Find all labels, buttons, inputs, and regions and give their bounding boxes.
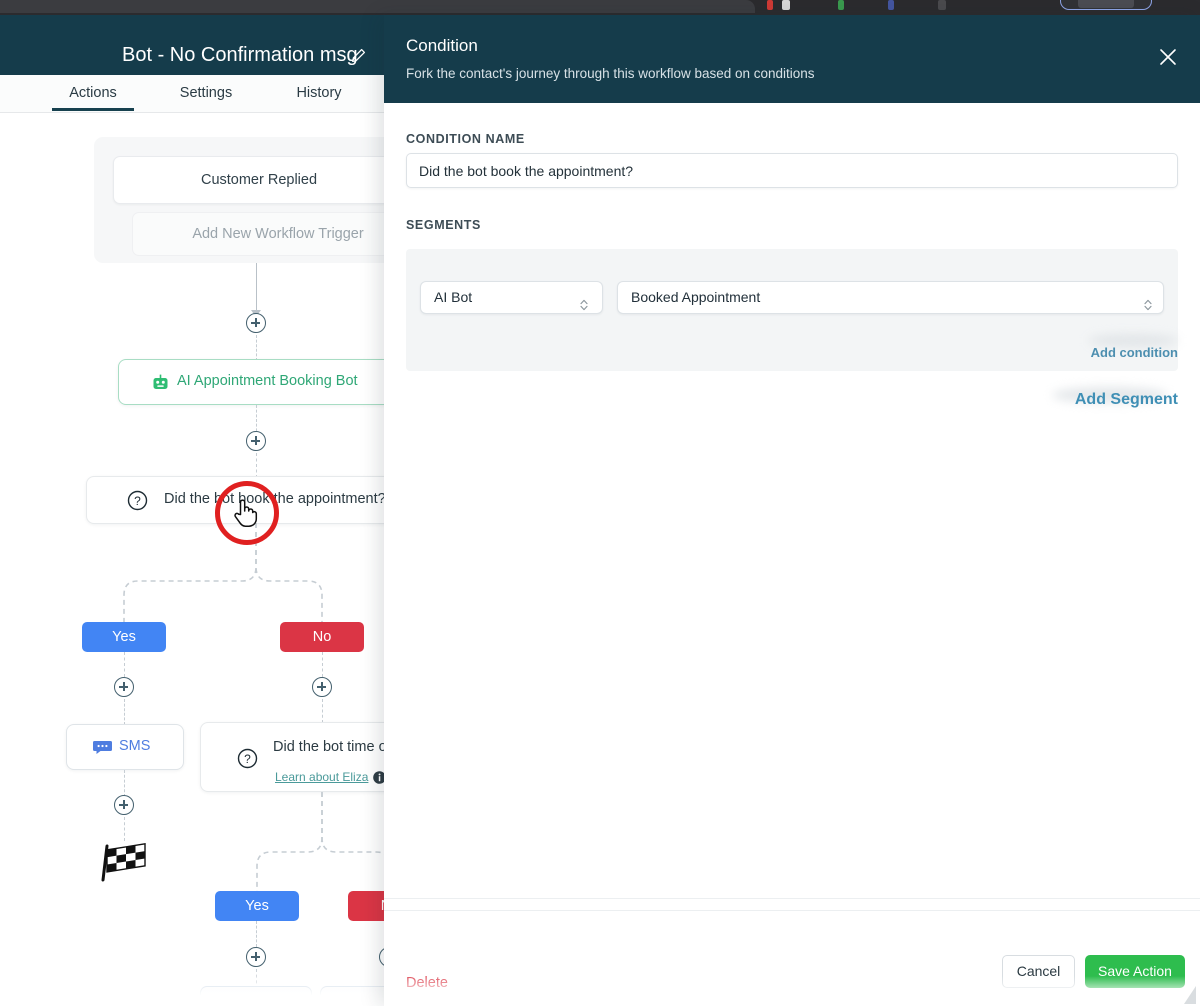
workflow-canvas[interactable]: Customer Replied Add New Workflow Trigge… (0, 114, 384, 1006)
add-step-button-no[interactable] (312, 677, 332, 697)
pencil-icon[interactable] (350, 48, 366, 64)
node-ai-appointment-booking-bot[interactable]: AI Appointment Booking Bot (118, 359, 384, 405)
chrome-icon-red (767, 0, 773, 10)
svg-text:?: ? (244, 752, 251, 766)
segment-value-value: Booked Appointment (631, 289, 761, 305)
add-step-button-3[interactable] (114, 795, 134, 815)
page-title: Bot - No Confirmation msg (122, 44, 358, 66)
add-condition-link[interactable]: Add condition (1086, 345, 1178, 360)
panel-body: CONDITION NAME SEGMENTS AI Bot Booked Ap… (384, 103, 1200, 946)
connector-line (124, 770, 125, 797)
add-step-button-yes-2[interactable] (246, 947, 266, 967)
checkered-flag-icon (100, 842, 148, 882)
segment-field-select[interactable]: AI Bot (420, 281, 603, 314)
save-action-button[interactable]: Save Action (1085, 955, 1185, 988)
condition-detail-panel: Condition Fork the contact's journey thr… (384, 15, 1200, 1006)
segment-field-value: AI Bot (434, 289, 473, 305)
node-label: Did the bot time o (273, 739, 384, 755)
connector-line (322, 699, 323, 723)
stepper-chevron-icon (1143, 292, 1153, 311)
add-step-button-1[interactable] (246, 313, 266, 333)
close-icon[interactable] (1158, 47, 1178, 67)
node-condition-book-appointment[interactable]: ? Did the bot book the appointment? (86, 476, 384, 524)
branch-pill-no[interactable]: No (280, 622, 364, 652)
tab-settings[interactable]: Settings (165, 75, 247, 113)
browser-address-inner (1078, 0, 1134, 8)
panel-header: Condition Fork the contact's journey thr… (384, 15, 1200, 103)
sms-chat-icon (93, 740, 112, 755)
svg-text:?: ? (134, 494, 141, 508)
add-workflow-trigger-button[interactable]: Add New Workflow Trigger (132, 212, 384, 256)
connector-line (322, 652, 323, 677)
segments-box: AI Bot Booked Appointment Add condition (406, 249, 1178, 371)
connector-line (124, 817, 125, 841)
segments-label: SEGMENTS (406, 218, 481, 232)
branch-connector (123, 523, 323, 623)
connector-line (256, 263, 257, 312)
learn-about-eliza-link[interactable]: Learn about Eliza (275, 770, 368, 784)
panel-bottom-fade (384, 976, 1200, 1006)
stepper-chevron-icon (579, 292, 589, 311)
trigger-customer-replied[interactable]: Customer Replied (113, 156, 384, 204)
node-sms[interactable]: SMS (66, 724, 184, 770)
question-mark-icon: ? (127, 490, 148, 511)
panel-subtitle: Fork the contact's journey through this … (406, 66, 815, 81)
node-stub-no[interactable] (320, 986, 384, 1006)
connector-line (256, 453, 257, 478)
add-step-button-yes[interactable] (114, 677, 134, 697)
branch-connector (256, 792, 384, 892)
condition-name-input[interactable] (406, 153, 1178, 188)
segment-value-select[interactable]: Booked Appointment (617, 281, 1164, 314)
robot-icon (152, 374, 169, 391)
panel-title: Condition (406, 36, 478, 55)
node-label: Did the bot book the appointment? (164, 491, 384, 507)
info-icon[interactable] (373, 771, 384, 784)
connector-line (256, 921, 257, 947)
browser-chrome (0, 0, 1200, 15)
trigger-group: Customer Replied Add New Workflow Trigge… (94, 137, 384, 263)
browser-tab-strip[interactable] (0, 0, 755, 13)
add-step-button-2[interactable] (246, 431, 266, 451)
chrome-icon-blue (888, 0, 894, 10)
branch-pill-yes[interactable]: Yes (82, 622, 166, 652)
chrome-icon-light (782, 0, 790, 10)
delete-button[interactable]: Delete (406, 975, 448, 991)
branch-pill-no-2[interactable]: No (348, 891, 384, 921)
node-condition-bot-timeout[interactable]: ? Did the bot time o Learn about Eliza (200, 722, 384, 792)
connector-line (124, 652, 125, 677)
condition-name-label: CONDITION NAME (406, 132, 525, 146)
node-stub-yes[interactable] (200, 986, 312, 1006)
node-label: SMS (119, 738, 151, 754)
connector-line (124, 699, 125, 725)
tab-history[interactable]: History (278, 75, 360, 113)
chrome-icon-grey (938, 0, 946, 10)
active-tab-indicator (52, 108, 134, 111)
connector-line (256, 335, 257, 361)
cancel-button[interactable]: Cancel (1002, 955, 1075, 988)
node-label: AI Appointment Booking Bot (177, 373, 358, 389)
add-segment-link[interactable]: Add Segment (1034, 391, 1178, 409)
branch-pill-yes-2[interactable]: Yes (215, 891, 299, 921)
panel-footer: Delete Cancel Save Action (384, 910, 1200, 1006)
chrome-icon-green (838, 0, 844, 10)
screen-root: Bot - No Confirmation msg Actions Settin… (0, 0, 1200, 1006)
question-mark-icon: ? (237, 748, 258, 769)
